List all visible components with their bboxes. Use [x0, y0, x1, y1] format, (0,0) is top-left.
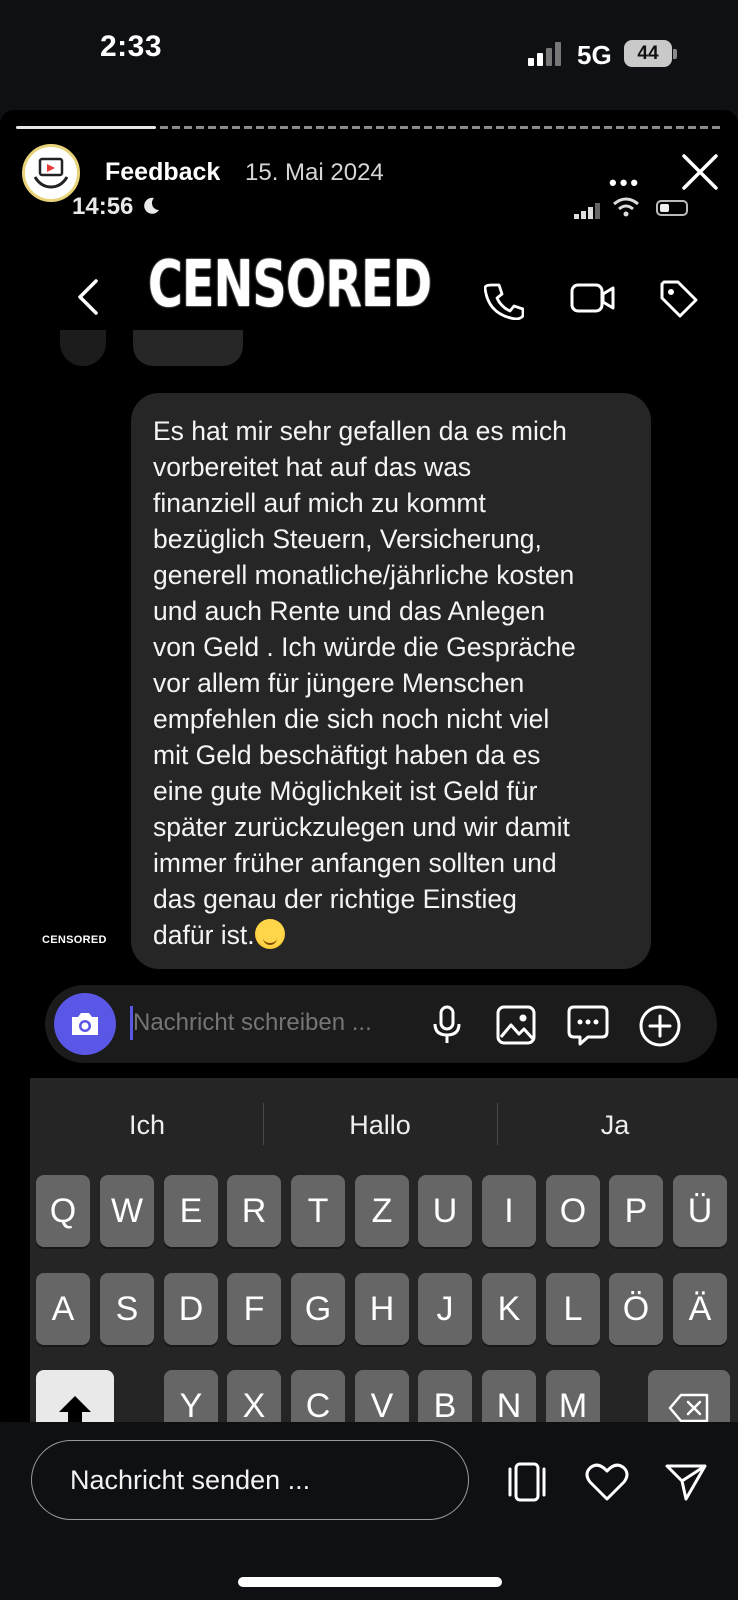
key[interactable]: I [482, 1175, 536, 1247]
story-progress-remaining [160, 126, 722, 129]
suggestion-2[interactable]: Hallo [280, 1110, 480, 1141]
suggestion-1[interactable]: Ich [47, 1110, 247, 1141]
network-type: 5G [577, 40, 612, 70]
inner-signal-icon [574, 203, 602, 219]
cell-signal-icon [528, 42, 564, 66]
key[interactable]: A [36, 1273, 90, 1345]
add-icon[interactable] [638, 1004, 682, 1048]
key[interactable]: G [291, 1273, 345, 1345]
key[interactable]: R [227, 1175, 281, 1247]
inner-battery-icon [656, 200, 688, 216]
key[interactable]: T [291, 1175, 345, 1247]
key[interactable]: K [482, 1273, 536, 1345]
inner-status-time: 14:56 [72, 193, 162, 221]
like-heart-icon[interactable] [584, 1461, 630, 1503]
previous-message-bubble [133, 330, 243, 366]
suggestion-divider [497, 1103, 498, 1145]
avatar-logo-icon [33, 157, 69, 189]
battery-cap [673, 49, 677, 59]
key[interactable]: Ü [673, 1175, 727, 1247]
home-indicator[interactable] [238, 1577, 502, 1587]
more-options-icon[interactable]: ••• [609, 170, 641, 196]
battery-icon: 44 [624, 40, 672, 67]
sticker-chat-icon[interactable] [566, 1004, 610, 1046]
backspace-icon [668, 1393, 709, 1423]
message-bubble[interactable]: Es hat mir sehr gefallen da es mich vorb… [131, 393, 651, 969]
key[interactable]: U [418, 1175, 472, 1247]
key[interactable]: D [164, 1273, 218, 1345]
suggestion-3[interactable]: Ja [515, 1110, 715, 1141]
key[interactable]: H [355, 1273, 409, 1345]
phone-icon[interactable] [484, 280, 524, 320]
inner-time-text: 14:56 [72, 193, 134, 220]
message-input[interactable] [133, 1009, 413, 1037]
close-icon[interactable] [680, 152, 720, 192]
video-call-icon[interactable] [570, 280, 616, 316]
story-title[interactable]: Feedback [105, 158, 220, 187]
reply-placeholder: Nachricht senden ... [70, 1465, 311, 1495]
status-time: 2:33 [100, 30, 163, 63]
story-date: 15. Mai 2024 [245, 159, 384, 186]
key[interactable]: S [100, 1273, 154, 1345]
back-icon[interactable] [74, 277, 104, 317]
story-progress-done [16, 126, 156, 129]
camera-icon [72, 1013, 98, 1035]
microphone-icon[interactable] [432, 1004, 462, 1046]
tag-icon[interactable] [658, 278, 700, 320]
key[interactable]: P [609, 1175, 663, 1247]
key[interactable]: Z [355, 1175, 409, 1247]
send-icon[interactable] [664, 1461, 708, 1503]
key[interactable]: Ö [609, 1273, 663, 1345]
key[interactable]: J [418, 1273, 472, 1345]
key[interactable]: F [227, 1273, 281, 1345]
moon-icon [144, 197, 160, 214]
key[interactable]: L [546, 1273, 600, 1345]
carousel-icon[interactable] [504, 1461, 550, 1503]
watermark-censored: CENSORED [42, 934, 107, 946]
wifi-icon [613, 197, 639, 217]
key[interactable]: E [164, 1175, 218, 1247]
key[interactable]: Q [36, 1175, 90, 1247]
key[interactable]: Ä [673, 1273, 727, 1345]
key[interactable]: W [100, 1175, 154, 1247]
gallery-icon[interactable] [495, 1004, 537, 1046]
chat-title-censored: CENSORED [148, 248, 432, 322]
smiling-emoji-icon [254, 919, 285, 949]
camera-button[interactable] [54, 993, 116, 1055]
suggestion-divider [263, 1103, 264, 1145]
key[interactable]: O [546, 1175, 600, 1247]
message-text: Es hat mir sehr gefallen da es mich vorb… [153, 416, 576, 950]
